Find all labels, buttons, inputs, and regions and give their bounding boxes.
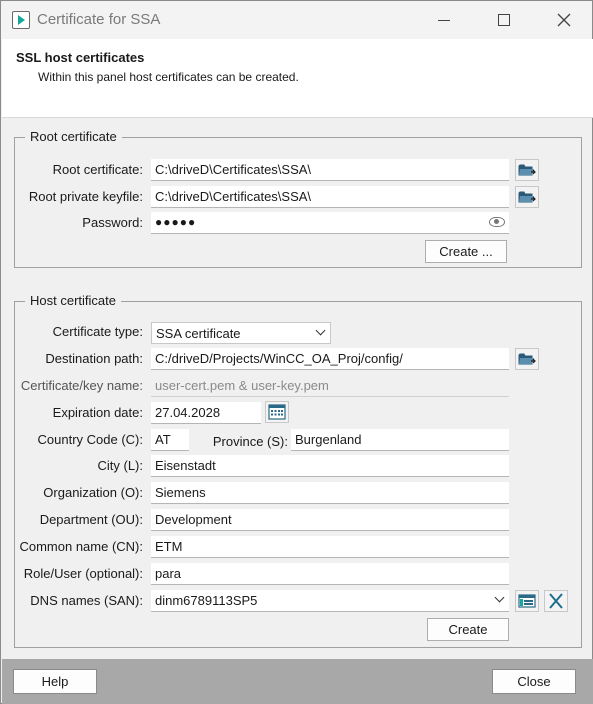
chevron-down-icon [494,592,505,603]
destination-path-label: Destination path: [45,351,143,366]
certificate-type-value: SSA certificate [156,326,241,341]
folder-browse-icon [518,164,536,176]
host-certificate-legend: Host certificate [25,293,121,308]
calendar-icon [268,404,286,420]
country-code-input[interactable]: AT [151,429,189,451]
organization-input[interactable]: Siemens [151,482,509,504]
folder-browse-icon [518,191,536,203]
window-title: Certificate for SSA [37,11,161,28]
footer-bar: Help Close [2,659,593,704]
dns-names-select[interactable]: dinm6789113SP5 [151,590,509,612]
role-user-input[interactable]: para [151,563,509,585]
province-input[interactable]: Burgenland [291,429,509,451]
root-keyfile-label: Root private keyfile: [28,189,143,204]
destination-browse-button[interactable] [515,348,539,370]
add-entry-icon [518,594,536,608]
keyname-label: Certificate/key name: [20,378,143,393]
host-create-button[interactable]: Create [427,618,509,641]
clear-x-icon [549,593,563,609]
country-code-label: Country Code (C): [37,432,143,447]
certificate-type-select[interactable]: SSA certificate [151,322,331,344]
expiration-date-input[interactable]: 27.04.2028 [151,402,261,424]
dns-names-label: DNS names (SAN): [30,593,143,608]
header-title: SSL host certificates [16,50,145,65]
organization-label: Organization (O): [43,485,143,500]
certificate-type-label: Certificate type: [52,324,143,339]
add-dns-button[interactable] [515,590,539,612]
department-input[interactable]: Development [151,509,509,531]
root-certificate-group: Root certificate Root certificate: C:\dr… [14,129,582,268]
role-user-label: Role/User (optional): [23,566,143,581]
folder-browse-icon [518,353,536,365]
root-certificate-legend: Root certificate [25,129,122,144]
province-label: Province (S): [212,434,288,449]
root-certificate-browse-button[interactable] [515,159,539,181]
show-password-eye-icon[interactable] [489,217,505,227]
maximize-button[interactable] [481,5,527,35]
clear-dns-button[interactable] [544,590,568,612]
password-value: ●●●●● [155,215,197,229]
minimize-button[interactable] [421,5,467,35]
password-input[interactable]: ●●●●● [151,212,509,234]
root-certificate-label: Root certificate: [52,162,143,177]
password-label: Password: [82,215,143,230]
city-label: City (L): [97,458,144,473]
close-icon [557,13,571,27]
host-certificate-group: Host certificate Certificate type: SSA c… [14,293,582,648]
app-play-icon [12,11,30,29]
expiration-date-label: Expiration date: [52,405,143,420]
dns-names-value: dinm6789113SP5 [155,593,258,608]
chevron-down-icon [315,325,326,336]
root-create-button[interactable]: Create ... [425,240,507,263]
close-button[interactable]: Close [492,669,576,694]
root-keyfile-browse-button[interactable] [515,186,539,208]
dialog-window: Certificate for SSA SSL host certificate… [0,0,593,704]
keyname-input: user-cert.pem & user-key.pem [151,375,509,397]
department-label: Department (OU): [39,512,143,527]
common-name-label: Common name (CN): [19,539,143,554]
common-name-input[interactable]: ETM [151,536,509,558]
city-input[interactable]: Eisenstadt [151,455,509,477]
header-subtitle: Within this panel host certificates can … [38,70,299,84]
destination-path-input[interactable]: C:/driveD/Projects/WinCC_OA_Proj/config/ [151,348,509,370]
root-certificate-input[interactable]: C:\driveD\Certificates\SSA\ [151,159,509,181]
root-keyfile-input[interactable]: C:\driveD\Certificates\SSA\ [151,186,509,208]
close-window-button[interactable] [541,5,587,35]
help-button[interactable]: Help [13,669,97,694]
calendar-button[interactable] [265,401,289,423]
header-panel: SSL host certificates Within this panel … [2,39,593,118]
title-bar[interactable]: Certificate for SSA [1,1,592,39]
